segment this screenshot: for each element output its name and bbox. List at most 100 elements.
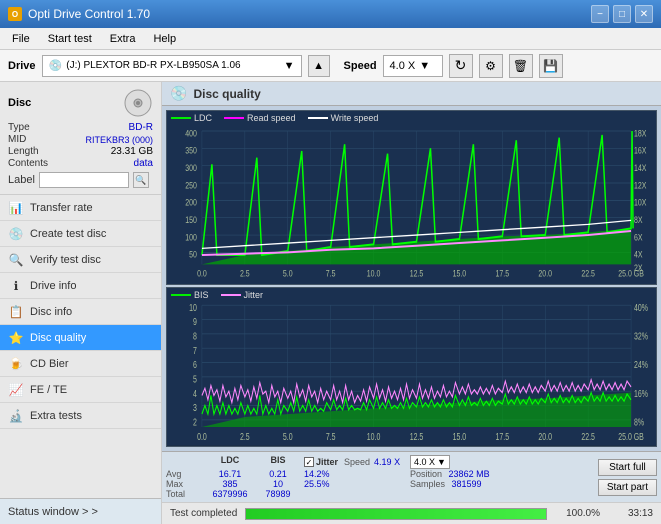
svg-text:16%: 16% bbox=[634, 388, 648, 400]
svg-text:20.0: 20.0 bbox=[538, 431, 552, 443]
sidebar-item-transfer-rate[interactable]: 📊 Transfer rate bbox=[0, 195, 161, 221]
menu-start-test[interactable]: Start test bbox=[40, 31, 100, 47]
max-label: Max bbox=[166, 479, 204, 489]
svg-text:25.0 GB: 25.0 GB bbox=[618, 431, 644, 443]
sidebar-item-label: Disc info bbox=[30, 306, 72, 318]
sidebar-item-disc-info[interactable]: 📋 Disc info bbox=[0, 299, 161, 325]
svg-text:17.5: 17.5 bbox=[496, 268, 510, 278]
jitter-header-cell: ✓ Jitter Speed 4.19 X bbox=[300, 455, 410, 469]
disc-contents-value: data bbox=[134, 158, 153, 169]
close-button[interactable]: ✕ bbox=[635, 5, 653, 23]
drive-select[interactable]: 💿 (J:) PLEXTOR BD-R PX-LB950SA 1.06 ▼ bbox=[42, 55, 302, 77]
create-test-icon: 💿 bbox=[8, 226, 24, 242]
start-part-button[interactable]: Start part bbox=[598, 479, 657, 496]
svg-text:200: 200 bbox=[185, 198, 197, 208]
disc-label-row: Label 🔍 bbox=[8, 172, 153, 188]
disc-length-label: Length bbox=[8, 146, 39, 157]
ldc-chart-svg: 400 350 300 250 200 150 100 50 18X 16X 1… bbox=[167, 111, 656, 284]
menu-help[interactable]: Help bbox=[145, 31, 184, 47]
eject-button[interactable]: ▲ bbox=[308, 55, 330, 77]
sidebar-item-disc-quality[interactable]: ⭐ Disc quality bbox=[0, 325, 161, 351]
settings-button[interactable]: ⚙ bbox=[479, 54, 503, 78]
sidebar-item-fe-te[interactable]: 📈 FE / TE bbox=[0, 377, 161, 403]
speed-select-dropdown[interactable]: 4.0 X ▼ bbox=[410, 455, 450, 469]
titlebar: O Opti Drive Control 1.70 − □ ✕ bbox=[0, 0, 661, 28]
menu-extra[interactable]: Extra bbox=[102, 31, 144, 47]
svg-text:50: 50 bbox=[189, 250, 197, 260]
erase-button[interactable]: 🗑 bbox=[509, 54, 533, 78]
total-ldc: 6379996 bbox=[204, 489, 256, 499]
speed-value: 4.0 X bbox=[390, 60, 416, 72]
svg-text:8%: 8% bbox=[634, 417, 644, 429]
minimize-button[interactable]: − bbox=[591, 5, 609, 23]
drive-value: (J:) PLEXTOR BD-R PX-LB950SA 1.06 bbox=[66, 60, 240, 71]
status-text: Test completed bbox=[170, 508, 237, 519]
progress-label: 100.0% bbox=[555, 508, 600, 519]
maximize-button[interactable]: □ bbox=[613, 5, 631, 23]
sidebar-item-drive-info[interactable]: ℹ Drive info bbox=[0, 273, 161, 299]
sidebar-item-verify-test[interactable]: 🔍 Verify test disc bbox=[0, 247, 161, 273]
disc-header: Disc bbox=[8, 88, 153, 118]
disc-label-input[interactable] bbox=[39, 172, 129, 188]
speed-value: 4.19 X bbox=[374, 457, 400, 467]
svg-text:20.0: 20.0 bbox=[538, 268, 552, 278]
app-title: Opti Drive Control 1.70 bbox=[28, 7, 150, 21]
svg-text:12X: 12X bbox=[634, 180, 647, 190]
status-window-button[interactable]: Status window > > bbox=[0, 498, 161, 524]
svg-text:22.5: 22.5 bbox=[581, 268, 595, 278]
svg-text:17.5: 17.5 bbox=[496, 431, 510, 443]
total-empty bbox=[300, 489, 410, 499]
time-display: 33:13 bbox=[608, 508, 653, 519]
avg-ldc: 16.71 bbox=[204, 469, 256, 479]
speed-select-cell: 4.0 X ▼ bbox=[410, 455, 510, 469]
disc-quality-panel: 💿 Disc quality LDC Read spee bbox=[162, 82, 661, 502]
disc-quality-icon: ⭐ bbox=[8, 330, 24, 346]
drivebar: Drive 💿 (J:) PLEXTOR BD-R PX-LB950SA 1.0… bbox=[0, 50, 661, 82]
save-button[interactable]: 💾 bbox=[539, 54, 563, 78]
status-window-label: Status window > > bbox=[8, 506, 98, 518]
sidebar-item-create-test[interactable]: 💿 Create test disc bbox=[0, 221, 161, 247]
cd-bier-icon: 🍺 bbox=[8, 356, 24, 372]
progress-bar bbox=[245, 508, 547, 520]
svg-text:10: 10 bbox=[189, 302, 197, 314]
titlebar-controls: − □ ✕ bbox=[591, 5, 653, 23]
svg-text:14X: 14X bbox=[634, 163, 647, 173]
sidebar-item-label: FE / TE bbox=[30, 384, 67, 396]
disc-type-label: Type bbox=[8, 122, 30, 133]
max-ldc: 385 bbox=[204, 479, 256, 489]
svg-text:12.5: 12.5 bbox=[410, 268, 424, 278]
svg-text:3: 3 bbox=[193, 402, 197, 414]
ldc-legend-item: LDC bbox=[171, 113, 212, 123]
write-speed-legend-label: Write speed bbox=[331, 113, 379, 123]
sidebar-item-label: Transfer rate bbox=[30, 202, 93, 214]
position-value: 23862 MB bbox=[449, 469, 490, 479]
bis-chart: BIS Jitter bbox=[166, 287, 657, 447]
menu-file[interactable]: File bbox=[4, 31, 38, 47]
svg-text:2: 2 bbox=[193, 417, 197, 429]
disc-label-button[interactable]: 🔍 bbox=[133, 172, 149, 188]
total-bis: 78989 bbox=[256, 489, 300, 499]
svg-text:7.5: 7.5 bbox=[326, 268, 336, 278]
disc-label-label: Label bbox=[8, 174, 35, 186]
sidebar-item-label: Drive info bbox=[30, 280, 76, 292]
progress-bar-fill bbox=[246, 509, 546, 519]
disc-type-row: Type BD-R bbox=[8, 122, 153, 133]
svg-text:8: 8 bbox=[193, 331, 197, 343]
svg-text:400: 400 bbox=[185, 128, 197, 138]
jitter-checkbox[interactable]: ✓ bbox=[304, 457, 314, 467]
transfer-rate-icon: 📊 bbox=[8, 200, 24, 216]
svg-text:4: 4 bbox=[193, 388, 197, 400]
svg-text:4X: 4X bbox=[634, 250, 643, 260]
speed-select[interactable]: 4.0 X ▼ bbox=[383, 55, 443, 77]
sidebar-item-cd-bier[interactable]: 🍺 CD Bier bbox=[0, 351, 161, 377]
disc-info-panel: Disc Type BD-R MID RITEKBR3 (000) Lengt bbox=[0, 82, 161, 195]
stats-table: LDC BIS ✓ Jitter Speed 4.19 X 4.0 X ▼ bbox=[166, 455, 590, 499]
refresh-button[interactable]: ↻ bbox=[449, 54, 473, 78]
start-full-button[interactable]: Start full bbox=[598, 459, 657, 476]
svg-text:6X: 6X bbox=[634, 232, 643, 242]
sidebar-item-extra-tests[interactable]: 🔬 Extra tests bbox=[0, 403, 161, 429]
svg-text:5.0: 5.0 bbox=[283, 431, 293, 443]
svg-text:250: 250 bbox=[185, 180, 197, 190]
ldc-legend-label: LDC bbox=[194, 113, 212, 123]
menubar: File Start test Extra Help bbox=[0, 28, 661, 50]
